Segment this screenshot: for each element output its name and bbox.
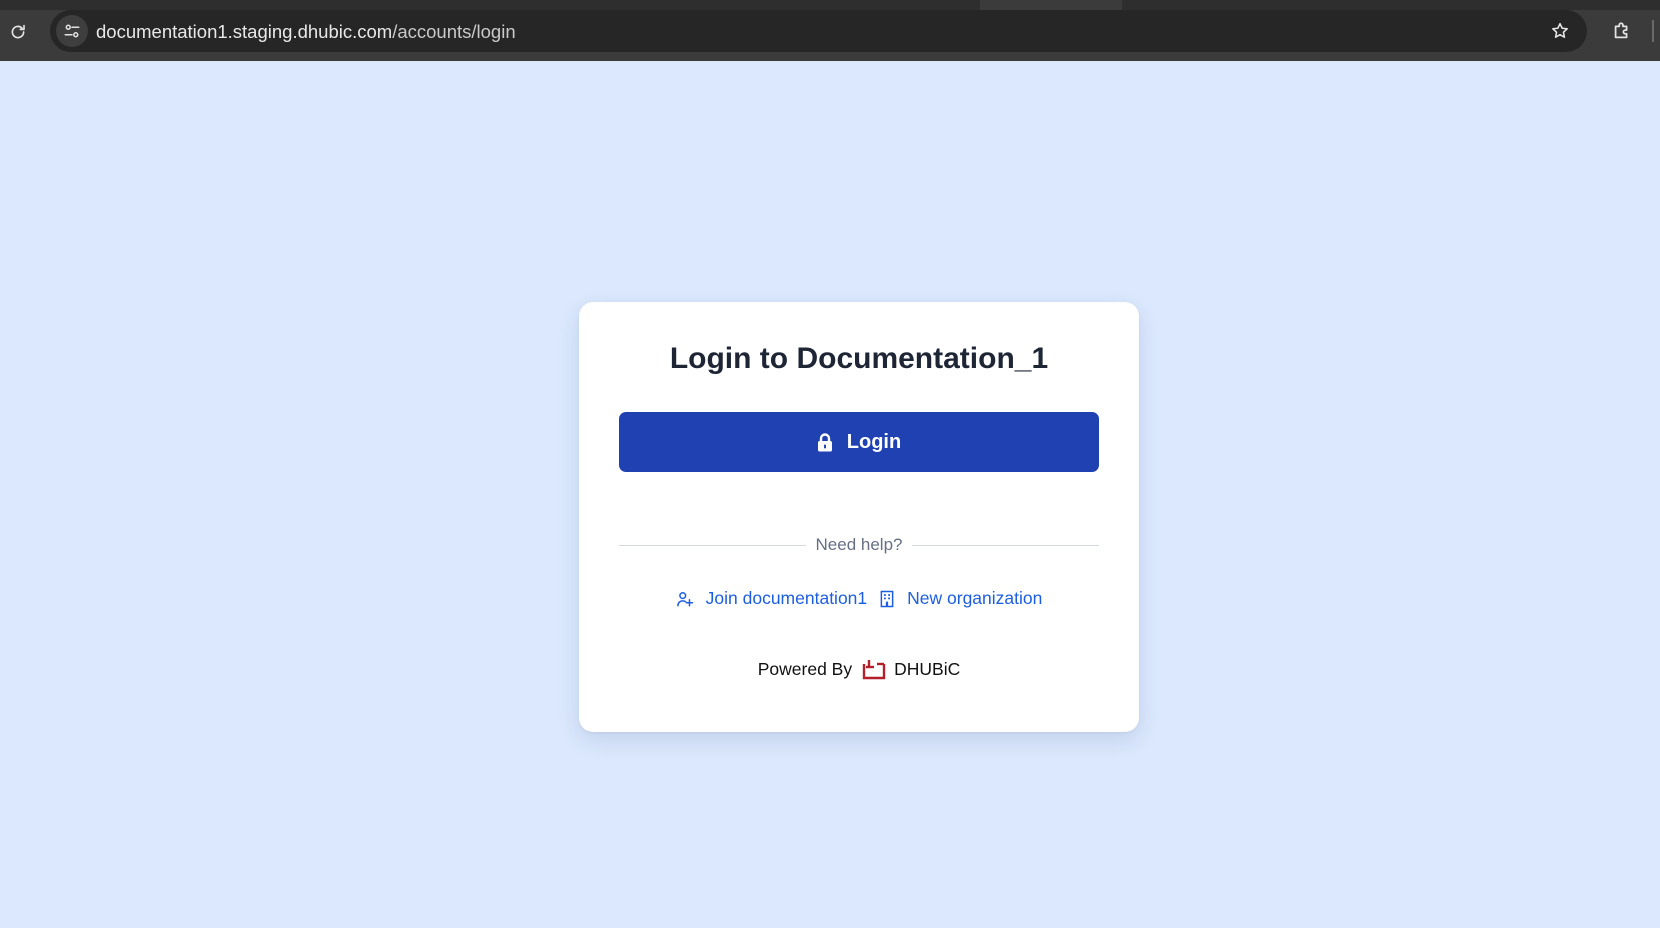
lock-icon xyxy=(817,432,832,451)
bookmark-button[interactable] xyxy=(1549,20,1571,42)
extensions-button[interactable] xyxy=(1610,19,1634,43)
page-title: Login to Documentation_1 xyxy=(669,342,1049,375)
need-help-text: Need help? xyxy=(815,535,903,554)
dhubic-logo xyxy=(862,660,886,680)
active-tab-edge xyxy=(980,0,1122,10)
user-plus-icon xyxy=(676,591,693,606)
brand: DHUBiC xyxy=(862,658,960,680)
puzzle-icon xyxy=(1614,22,1628,39)
building-icon xyxy=(880,590,894,607)
toolbar-divider xyxy=(1652,20,1654,42)
reload-icon xyxy=(11,24,25,39)
divider-line-right xyxy=(912,544,1099,546)
login-button-label: Login xyxy=(846,430,902,453)
address-bar[interactable]: documentation1.staging.dhubic.com/accoun… xyxy=(50,10,1587,52)
site-info-button[interactable] xyxy=(56,15,88,47)
star-icon xyxy=(1552,22,1568,38)
new-organization-label: New organization xyxy=(907,588,1043,608)
join-organization-link[interactable]: Join documentation1 xyxy=(676,588,868,609)
url-text[interactable]: documentation1.staging.dhubic.com/accoun… xyxy=(96,21,516,43)
login-card: Login to Documentation_1 Login Need help… xyxy=(579,302,1139,732)
divider-line-left xyxy=(619,544,806,546)
help-links: Join documentation1 New organization xyxy=(579,588,1139,609)
join-organization-label: Join documentation1 xyxy=(705,588,868,608)
help-divider: Need help? xyxy=(619,534,1099,556)
browser-toolbar: documentation1.staging.dhubic.com/accoun… xyxy=(0,0,1660,61)
new-organization-link[interactable]: New organization xyxy=(879,588,1042,609)
reload-button[interactable] xyxy=(6,20,30,44)
powered-by: Powered By DHUBiC xyxy=(579,658,1139,680)
tune-icon xyxy=(64,24,80,38)
brand-name: DHUBiC xyxy=(894,658,961,679)
tab-strip xyxy=(0,0,1660,10)
url-host: documentation1.staging.dhubic.com xyxy=(96,21,393,42)
url-path: /accounts/login xyxy=(392,21,516,42)
powered-by-label: Powered By xyxy=(757,658,853,679)
login-button[interactable]: Login xyxy=(619,412,1099,472)
